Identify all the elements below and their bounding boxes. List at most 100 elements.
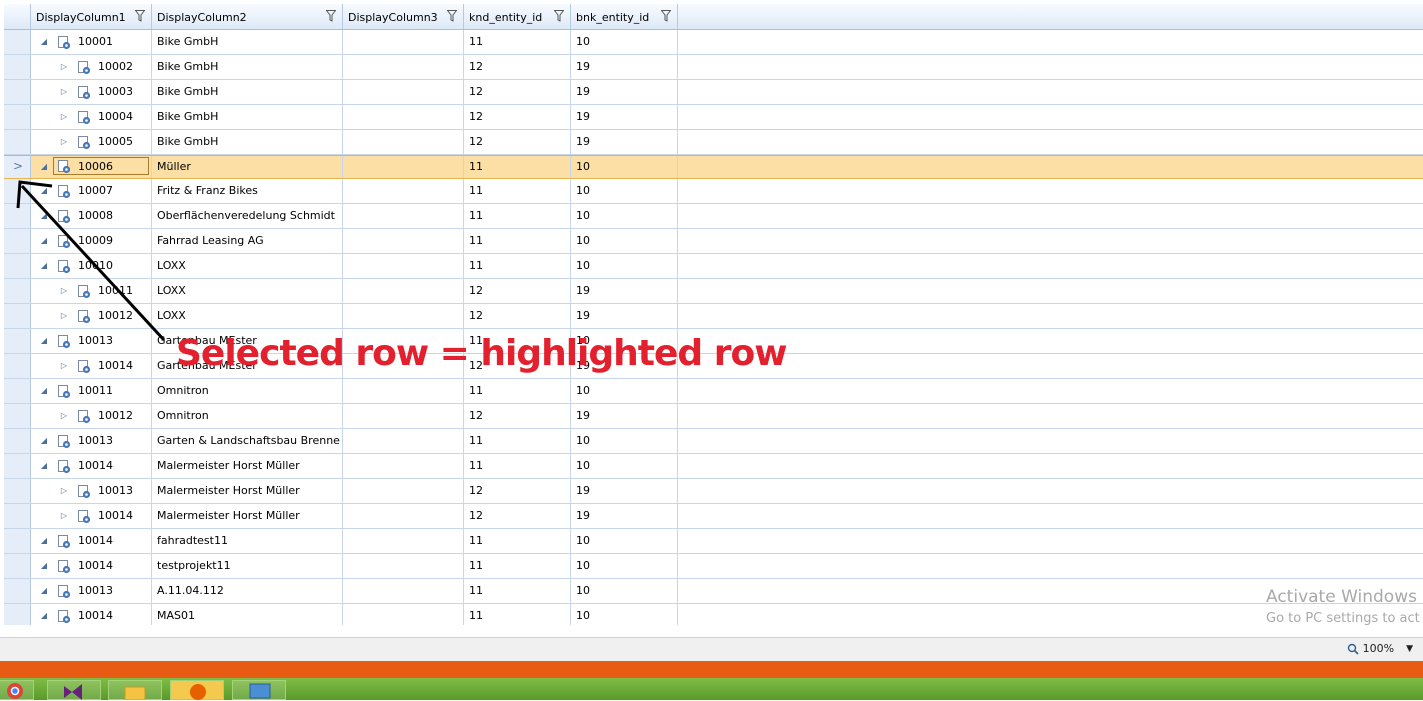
cell-knd-entity-id[interactable]: 12	[464, 404, 571, 428]
cell-knd-entity-id[interactable]: 11	[464, 554, 571, 578]
cell-displaycolumn1[interactable]: ▷ 10005	[31, 130, 152, 154]
table-row[interactable]: ◢ 10010 LOXX 11 10	[4, 254, 1423, 279]
row-indicator[interactable]	[4, 254, 31, 278]
table-row[interactable]: ▷ 10013 Malermeister Horst Müller 12 19	[4, 479, 1423, 504]
collapse-icon[interactable]: ◢	[39, 454, 49, 478]
filter-icon[interactable]	[447, 10, 457, 22]
cell-bnk-entity-id[interactable]: 10	[571, 179, 678, 203]
explorer-taskbar-icon[interactable]	[108, 680, 162, 700]
cell-displaycolumn3[interactable]	[343, 254, 464, 278]
cell-displaycolumn3[interactable]	[343, 479, 464, 503]
cell-displaycolumn1[interactable]: ◢ 10006	[31, 156, 152, 178]
collapse-icon[interactable]: ◢	[39, 204, 49, 228]
expand-icon[interactable]: ▷	[59, 404, 69, 428]
row-indicator[interactable]	[4, 379, 31, 403]
cell-displaycolumn1[interactable]: ◢ 10014	[31, 454, 152, 478]
cell-displaycolumn3[interactable]	[343, 504, 464, 528]
column-header-bnk-entity-id[interactable]: bnk_entity_id	[571, 4, 678, 29]
cell-displaycolumn2[interactable]: Garten & Landschaftsbau Brenne	[152, 429, 343, 453]
row-indicator[interactable]	[4, 529, 31, 553]
column-header-knd-entity-id[interactable]: knd_entity_id	[464, 4, 571, 29]
cell-displaycolumn3[interactable]	[343, 80, 464, 104]
cell-bnk-entity-id[interactable]: 10	[571, 429, 678, 453]
zoom-control[interactable]: 100% ▼	[1347, 642, 1413, 655]
cell-knd-entity-id[interactable]: 12	[464, 304, 571, 328]
cell-displaycolumn1[interactable]: ▷ 10014	[31, 354, 152, 378]
cell-displaycolumn3[interactable]	[343, 229, 464, 253]
expand-icon[interactable]: ▷	[59, 55, 69, 79]
cell-displaycolumn2[interactable]: LOXX	[152, 254, 343, 278]
cell-knd-entity-id[interactable]: 12	[464, 105, 571, 129]
row-indicator[interactable]	[4, 229, 31, 253]
table-row[interactable]: ▷ 10003 Bike GmbH 12 19	[4, 80, 1423, 105]
table-row[interactable]: ◢ 10009 Fahrrad Leasing AG 11 10	[4, 229, 1423, 254]
table-row[interactable]: ◢ 10007 Fritz & Franz Bikes 11 10	[4, 179, 1423, 204]
table-row[interactable]: ◢ 10008 Oberflächenveredelung Schmidt 11 10	[4, 204, 1423, 229]
cell-knd-entity-id[interactable]: 12	[464, 80, 571, 104]
remote-desktop-taskbar-icon[interactable]	[232, 680, 286, 700]
cell-displaycolumn1[interactable]: ◢ 10013	[31, 579, 152, 603]
row-indicator[interactable]	[4, 204, 31, 228]
column-header-displaycolumn2[interactable]: DisplayColumn2	[152, 4, 343, 29]
cell-displaycolumn2[interactable]: Fahrrad Leasing AG	[152, 229, 343, 253]
row-indicator[interactable]	[4, 354, 31, 378]
cell-bnk-entity-id[interactable]: 10	[571, 579, 678, 603]
cell-displaycolumn1[interactable]: ◢ 10007	[31, 179, 152, 203]
collapse-icon[interactable]: ◢	[39, 604, 49, 625]
cell-displaycolumn1[interactable]: ◢ 10014	[31, 529, 152, 553]
collapse-icon[interactable]: ◢	[39, 329, 49, 353]
expand-icon[interactable]: ▷	[59, 504, 69, 528]
cell-displaycolumn3[interactable]	[343, 55, 464, 79]
cell-bnk-entity-id[interactable]: 10	[571, 229, 678, 253]
cell-displaycolumn1[interactable]: ◢ 10014	[31, 554, 152, 578]
cell-displaycolumn1[interactable]: ▷ 10003	[31, 80, 152, 104]
cell-displaycolumn2[interactable]: Malermeister Horst Müller	[152, 479, 343, 503]
cell-bnk-entity-id[interactable]: 10	[571, 204, 678, 228]
collapse-icon[interactable]: ◢	[39, 254, 49, 278]
collapse-icon[interactable]: ◢	[39, 579, 49, 603]
cell-displaycolumn3[interactable]	[343, 379, 464, 403]
cell-displaycolumn1[interactable]: ▷ 10014	[31, 504, 152, 528]
row-indicator[interactable]	[4, 80, 31, 104]
cell-displaycolumn3[interactable]	[343, 304, 464, 328]
expand-icon[interactable]: ▷	[59, 304, 69, 328]
cell-displaycolumn3[interactable]	[343, 30, 464, 54]
cell-displaycolumn2[interactable]: A.11.04.112	[152, 579, 343, 603]
row-indicator[interactable]	[4, 504, 31, 528]
row-indicator[interactable]	[4, 554, 31, 578]
collapse-icon[interactable]: ◢	[39, 429, 49, 453]
cell-displaycolumn2[interactable]: Müller	[152, 156, 343, 178]
cell-displaycolumn2[interactable]: Bike GmbH	[152, 105, 343, 129]
cell-displaycolumn3[interactable]	[343, 204, 464, 228]
row-indicator[interactable]	[4, 304, 31, 328]
cell-displaycolumn3[interactable]	[343, 579, 464, 603]
cell-displaycolumn1[interactable]: ▷ 10013	[31, 479, 152, 503]
cell-bnk-entity-id[interactable]: 19	[571, 504, 678, 528]
collapse-icon[interactable]: ◢	[39, 30, 49, 54]
expand-icon[interactable]: ▷	[59, 130, 69, 154]
row-indicator[interactable]	[4, 279, 31, 303]
row-indicator[interactable]	[4, 429, 31, 453]
collapse-icon[interactable]: ◢	[39, 156, 49, 178]
cell-bnk-entity-id[interactable]: 19	[571, 304, 678, 328]
row-indicator[interactable]	[4, 479, 31, 503]
cell-displaycolumn1[interactable]: ▷ 10011	[31, 279, 152, 303]
cell-displaycolumn3[interactable]	[343, 554, 464, 578]
cell-displaycolumn2[interactable]: fahradtest11	[152, 529, 343, 553]
column-header-displaycolumn3[interactable]: DisplayColumn3	[343, 4, 464, 29]
cell-knd-entity-id[interactable]: 11	[464, 454, 571, 478]
cell-displaycolumn2[interactable]: Omnitron	[152, 404, 343, 428]
table-row[interactable]: ◢ 10011 Omnitron 11 10	[4, 379, 1423, 404]
visual-studio-taskbar-icon[interactable]	[47, 680, 101, 700]
table-row[interactable]: ▷ 10002 Bike GmbH 12 19	[4, 55, 1423, 80]
row-indicator[interactable]	[4, 179, 31, 203]
cell-knd-entity-id[interactable]: 12	[464, 55, 571, 79]
cell-knd-entity-id[interactable]: 11	[464, 204, 571, 228]
cell-displaycolumn1[interactable]: ▷ 10004	[31, 105, 152, 129]
row-indicator[interactable]	[4, 55, 31, 79]
cell-displaycolumn1[interactable]: ◢ 10001	[31, 30, 152, 54]
cell-displaycolumn2[interactable]: LOXX	[152, 279, 343, 303]
cell-knd-entity-id[interactable]: 11	[464, 529, 571, 553]
expand-icon[interactable]: ▷	[59, 479, 69, 503]
cell-displaycolumn2[interactable]: Bike GmbH	[152, 55, 343, 79]
